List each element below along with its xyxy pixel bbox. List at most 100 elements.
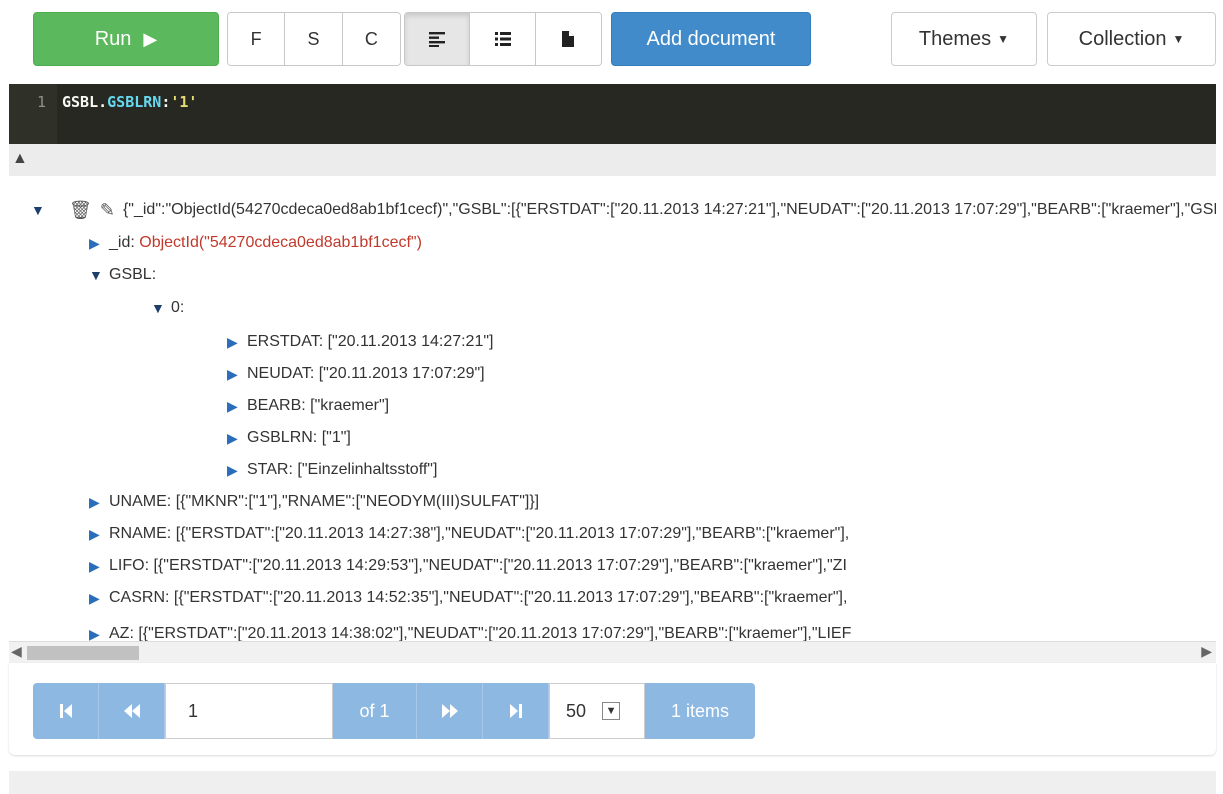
chevron-right-icon[interactable]: ▶ <box>89 623 109 641</box>
field-value: [{"MKNR":["1"],"RNAME":["NEODYM(III)SULF… <box>175 493 540 510</box>
list-icon <box>494 32 511 46</box>
array-index-row[interactable]: ▼ 0: <box>151 297 184 319</box>
line-number: 1 <box>37 93 47 111</box>
field-value: ["kraemer"] <box>310 397 390 414</box>
last-page-button[interactable] <box>483 683 549 739</box>
code-namespace: GSBL. <box>62 93 108 111</box>
field-row[interactable]: ▶ STAR: ["Einzelinhaltsstoff"] <box>227 459 437 481</box>
themes-dropdown[interactable]: Themes ▼ <box>891 12 1037 66</box>
pager-panel: 1 of 1 50 ▼ 1 items <box>9 663 1216 755</box>
page-size-value: 50 <box>566 700 587 721</box>
view-mode-group <box>404 12 602 66</box>
chevron-down-icon[interactable]: ▼ <box>31 199 69 221</box>
field-value: [{"ERSTDAT":["20.11.2013 14:52:35"],"NEU… <box>173 589 848 606</box>
field-row[interactable]: ▶ LIFO: [{"ERSTDAT":["20.11.2013 14:29:5… <box>89 555 847 577</box>
chevron-right-icon[interactable]: ▶ <box>89 232 109 254</box>
field-row[interactable]: ▶ ERSTDAT: ["20.11.2013 14:27:21"] <box>227 331 493 353</box>
field-row[interactable]: ▶ UNAME: [{"MKNR":["1"],"RNAME":["NEODYM… <box>89 491 539 513</box>
document-summary: {"_id":"ObjectId(54270cdeca0ed8ab1bf1cec… <box>122 201 1216 218</box>
caret-down-icon: ▼ <box>997 32 1010 46</box>
editor-gutter <box>9 84 57 144</box>
field-value: ["1"] <box>321 429 351 446</box>
field-key: GSBL: <box>109 266 157 283</box>
first-page-icon <box>59 704 72 718</box>
field-row[interactable]: ▶ RNAME: [{"ERSTDAT":["20.11.2013 14:27:… <box>89 523 849 545</box>
chevron-right-icon[interactable]: ▶ <box>89 523 109 545</box>
field-row-id[interactable]: ▶ _id: ObjectId("54270cdeca0ed8ab1bf1cec… <box>89 232 422 254</box>
field-value: [{"ERSTDAT":["20.11.2013 14:29:53"],"NEU… <box>153 557 847 574</box>
chevron-down-icon[interactable]: ▼ <box>151 297 171 319</box>
field-row[interactable]: ▶ BEARB: ["kraemer"] <box>227 395 389 417</box>
code-property: GSBLRN <box>107 93 162 111</box>
format-f-button[interactable]: F <box>228 13 286 65</box>
field-key: _id: <box>109 234 135 251</box>
chevron-up-icon[interactable]: ▲ <box>12 150 28 168</box>
chevron-right-icon[interactable]: ▶ <box>227 363 247 385</box>
field-key: RNAME: <box>109 525 172 542</box>
add-document-button[interactable]: Add document <box>611 12 811 66</box>
field-key: 0: <box>171 299 185 316</box>
page-size-select[interactable]: 50 ▼ <box>549 683 645 739</box>
themes-label: Themes <box>918 27 992 50</box>
chevron-down-icon[interactable]: ▼ <box>89 264 109 286</box>
chevron-right-icon[interactable]: ▶ <box>227 395 247 417</box>
field-value: ["20.11.2013 14:27:21"] <box>327 333 494 350</box>
field-key: LIFO: <box>109 557 150 574</box>
first-page-button[interactable] <box>33 683 99 739</box>
collection-dropdown[interactable]: Collection ▼ <box>1047 12 1216 66</box>
previous-page-button[interactable] <box>99 683 165 739</box>
field-key: UNAME: <box>109 493 172 510</box>
fast-backward-icon <box>123 704 140 718</box>
edit-icon[interactable]: ✎ <box>100 199 115 221</box>
trash-icon[interactable]: 🗑 <box>69 199 92 221</box>
field-value-objectid: ObjectId("54270cdeca0ed8ab1bf1cecf") <box>139 234 422 251</box>
page-number-input[interactable]: 1 <box>165 683 333 739</box>
footer-bar <box>9 771 1216 794</box>
field-value: ["Einzelinhaltsstoff"] <box>297 461 438 478</box>
field-row-gsbl[interactable]: ▼ GSBL: <box>89 264 156 286</box>
field-value: ["20.11.2013 17:07:29"] <box>318 365 485 382</box>
scroll-left-icon[interactable]: ◀ <box>11 643 22 660</box>
field-row[interactable]: ▶ CASRN: [{"ERSTDAT":["20.11.2013 14:52:… <box>89 587 847 609</box>
chevron-right-icon[interactable]: ▶ <box>89 491 109 513</box>
chevron-right-icon[interactable]: ▶ <box>227 331 247 353</box>
query-code[interactable]: GSBL.GSBLRN:'1' <box>62 93 197 111</box>
field-row[interactable]: ▶ GSBLRN: ["1"] <box>227 427 351 449</box>
list-view-button[interactable] <box>470 13 536 65</box>
align-left-icon <box>429 32 446 47</box>
chevron-right-icon[interactable]: ▶ <box>227 427 247 449</box>
results-tree: ▼ 🗑 ✎ {"_id":"ObjectId(54270cdeca0ed8ab1… <box>9 176 1216 641</box>
page-count-label: of 1 <box>333 683 417 739</box>
field-value: [{"ERSTDAT":["20.11.2013 14:27:38"],"NEU… <box>175 525 850 542</box>
chevron-right-icon[interactable]: ▶ <box>227 459 247 481</box>
horizontal-scrollbar[interactable]: ◀ ▶ <box>9 641 1216 663</box>
field-row[interactable]: ▶ NEUDAT: ["20.11.2013 17:07:29"] <box>227 363 485 385</box>
run-label: Run <box>94 27 132 50</box>
editor-collapse-bar[interactable]: ▲ <box>9 144 1216 176</box>
format-s-button[interactable]: S <box>285 13 343 65</box>
field-key: CASRN: <box>109 589 170 606</box>
code-string: '1' <box>170 93 198 111</box>
collection-label: Collection <box>1078 27 1167 50</box>
field-key: BEARB: <box>247 397 306 414</box>
document-row[interactable]: ▼ 🗑 ✎ {"_id":"ObjectId(54270cdeca0ed8ab1… <box>31 199 1216 221</box>
chevron-right-icon[interactable]: ▶ <box>89 555 109 577</box>
scroll-right-icon[interactable]: ▶ <box>1201 643 1212 660</box>
field-key: ERSTDAT: <box>247 333 324 350</box>
next-page-button[interactable] <box>417 683 483 739</box>
query-editor[interactable]: 1 GSBL.GSBLRN:'1' <box>9 84 1216 144</box>
format-toggle-group: F S C <box>227 12 401 66</box>
document-view-button[interactable] <box>535 13 601 65</box>
last-page-icon <box>509 704 522 718</box>
pager: 1 of 1 50 ▼ 1 items <box>33 683 755 739</box>
scrollbar-thumb[interactable] <box>27 646 139 660</box>
chevron-right-icon[interactable]: ▶ <box>89 587 109 609</box>
field-key: GSBLRN: <box>247 429 318 446</box>
play-icon: ▶ <box>143 28 158 49</box>
chevron-down-icon[interactable]: ▼ <box>602 702 621 720</box>
run-button[interactable]: Run ▶ <box>33 12 219 66</box>
field-row[interactable]: ▶ AZ: [{"ERSTDAT":["20.11.2013 14:38:02"… <box>89 623 851 641</box>
tree-view-button[interactable] <box>405 13 471 65</box>
format-c-button[interactable]: C <box>342 13 400 65</box>
toolbar: Run ▶ F S C Add document Themes ▼ Collec… <box>0 0 1223 84</box>
